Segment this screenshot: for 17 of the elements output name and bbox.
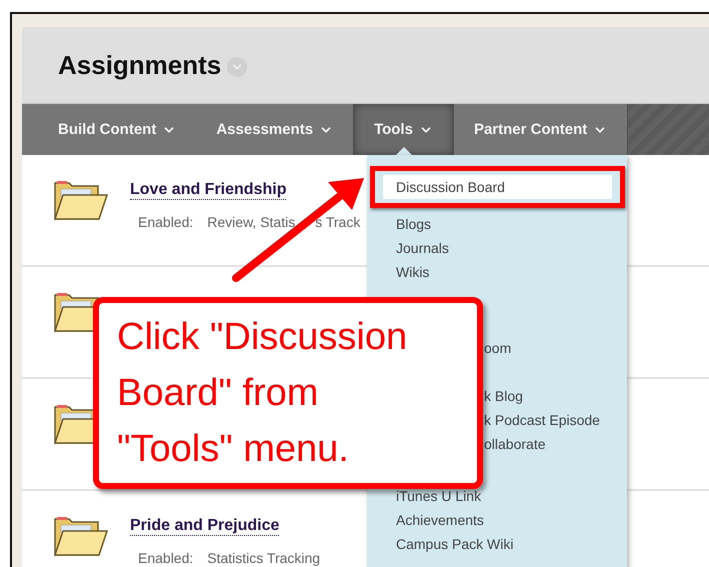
menu-tab[interactable]: Tools (353, 104, 454, 155)
item-title-link[interactable]: Love and Friendship (130, 181, 286, 200)
menu-item[interactable]: Campus Pack Wiki (367, 532, 627, 556)
page-title: Assignments (58, 50, 222, 80)
menu-item[interactable]: Achievements (367, 508, 627, 532)
menu-item[interactable]: Journals (367, 236, 627, 260)
enabled-label: Enabled: (138, 550, 194, 566)
menu-item[interactable]: Wikis (367, 260, 627, 284)
enabled-detail: s Track (315, 214, 360, 230)
enabled-detail: Statistics Tracking (207, 550, 320, 566)
chevron-down-icon[interactable] (227, 56, 248, 76)
item-title-link[interactable]: Pride and Prejudice (130, 517, 280, 536)
callout-tooltip: Click "Discussion Board" from "Tools" menu. (93, 297, 483, 489)
menu-item[interactable]: Discussion Board (383, 175, 612, 199)
enabled-detail: Review, Statis (207, 214, 296, 230)
enabled-label: Enabled: (138, 214, 194, 230)
menu-item[interactable]: Blogs (367, 212, 627, 236)
